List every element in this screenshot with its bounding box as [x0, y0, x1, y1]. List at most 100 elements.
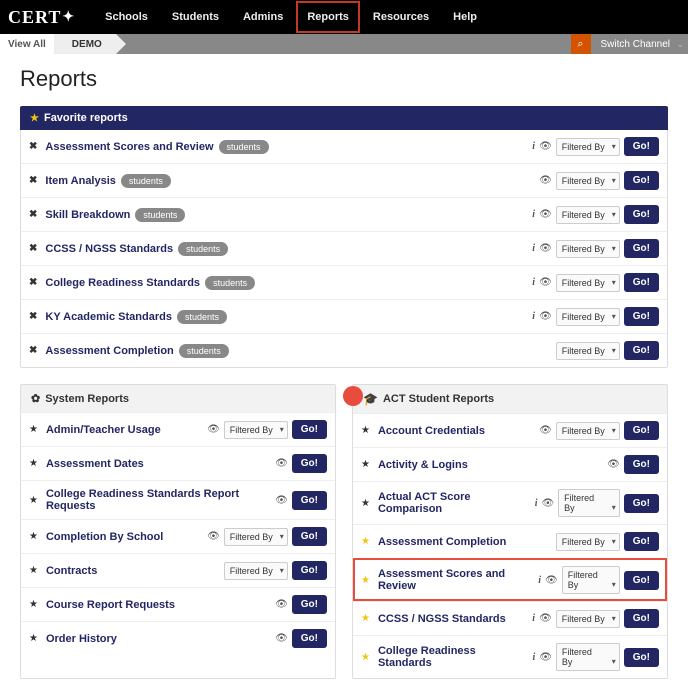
go-button[interactable]: Go!: [624, 648, 659, 667]
nav-schools[interactable]: Schools: [93, 0, 160, 34]
report-link[interactable]: CCSS / NGSS Standards: [45, 243, 173, 255]
report-link[interactable]: Completion By School: [46, 531, 163, 543]
nav-reports[interactable]: Reports: [295, 0, 361, 34]
favorite-star-button[interactable]: ★: [29, 495, 38, 506]
eye-icon[interactable]: 👁: [539, 141, 552, 152]
favorite-star-button[interactable]: ★: [361, 459, 370, 470]
favorite-star-button[interactable]: ★: [361, 652, 370, 663]
nav-students[interactable]: Students: [160, 0, 231, 34]
filtered-by-dropdown[interactable]: Filtered By: [562, 566, 620, 594]
eye-icon[interactable]: 👁: [541, 498, 554, 509]
eye-icon[interactable]: 👁: [539, 425, 552, 436]
filtered-by-dropdown[interactable]: Filtered By: [556, 422, 620, 440]
eye-icon[interactable]: 👁: [607, 459, 620, 470]
filtered-by-dropdown[interactable]: Filtered By: [224, 528, 288, 546]
report-link[interactable]: Assessment Dates: [46, 458, 144, 470]
report-link[interactable]: Actual ACT Score Comparison: [378, 491, 535, 515]
eye-icon[interactable]: 👁: [539, 613, 552, 624]
info-icon[interactable]: i: [532, 613, 535, 624]
filtered-by-dropdown[interactable]: Filtered By: [556, 533, 620, 551]
favorite-star-button[interactable]: ★: [361, 536, 370, 547]
eye-icon[interactable]: 👁: [275, 495, 288, 506]
filtered-by-dropdown[interactable]: Filtered By: [556, 610, 620, 628]
favorite-star-button[interactable]: ★: [361, 613, 370, 624]
report-link[interactable]: Account Credentials: [378, 425, 485, 437]
eye-icon[interactable]: 👁: [539, 209, 552, 220]
go-button[interactable]: Go!: [624, 205, 659, 224]
info-icon[interactable]: i: [532, 141, 535, 152]
info-icon[interactable]: i: [532, 311, 535, 322]
go-button[interactable]: Go!: [624, 455, 659, 474]
report-link[interactable]: Assessment Completion: [45, 345, 173, 357]
go-button[interactable]: Go!: [292, 491, 327, 510]
filtered-by-dropdown[interactable]: Filtered By: [556, 342, 620, 360]
eye-icon[interactable]: 👁: [539, 652, 552, 663]
go-button[interactable]: Go!: [624, 239, 659, 258]
go-button[interactable]: Go!: [624, 571, 659, 590]
go-button[interactable]: Go!: [624, 273, 659, 292]
filtered-by-dropdown[interactable]: Filtered By: [556, 172, 620, 190]
favorite-star-button[interactable]: ★: [29, 633, 38, 644]
go-button[interactable]: Go!: [624, 609, 659, 628]
report-link[interactable]: College Readiness Standards: [45, 277, 200, 289]
eye-icon[interactable]: 👁: [539, 311, 552, 322]
eye-icon[interactable]: 👁: [275, 458, 288, 469]
filtered-by-dropdown[interactable]: Filtered By: [556, 274, 620, 292]
go-button[interactable]: Go!: [292, 561, 327, 580]
favorite-star-button[interactable]: ★: [361, 575, 370, 586]
favorite-star-button[interactable]: ★: [29, 424, 38, 435]
go-button[interactable]: Go!: [292, 629, 327, 648]
report-link[interactable]: Course Report Requests: [46, 599, 175, 611]
go-button[interactable]: Go!: [624, 494, 659, 513]
filtered-by-dropdown[interactable]: Filtered By: [556, 206, 620, 224]
go-button[interactable]: Go!: [624, 532, 659, 551]
report-link[interactable]: KY Academic Standards: [45, 311, 172, 323]
report-link[interactable]: Item Analysis: [45, 175, 116, 187]
favorite-star-button[interactable]: ★: [29, 458, 38, 469]
go-button[interactable]: Go!: [292, 527, 327, 546]
eye-icon[interactable]: 👁: [207, 531, 220, 542]
filtered-by-dropdown[interactable]: Filtered By: [224, 562, 288, 580]
eye-icon[interactable]: 👁: [539, 277, 552, 288]
eye-icon[interactable]: 👁: [539, 175, 552, 186]
remove-favorite-button[interactable]: ✖: [29, 311, 37, 322]
go-button[interactable]: Go!: [624, 341, 659, 360]
nav-resources[interactable]: Resources: [361, 0, 441, 34]
remove-favorite-button[interactable]: ✖: [29, 209, 37, 220]
remove-favorite-button[interactable]: ✖: [29, 175, 37, 186]
eye-icon[interactable]: 👁: [207, 424, 220, 435]
favorite-star-button[interactable]: ★: [29, 531, 38, 542]
info-icon[interactable]: i: [535, 498, 538, 509]
go-button[interactable]: Go!: [624, 137, 659, 156]
report-link[interactable]: Assessment Completion: [378, 536, 506, 548]
remove-favorite-button[interactable]: ✖: [29, 141, 37, 152]
info-icon[interactable]: i: [532, 652, 535, 663]
info-icon[interactable]: i: [532, 277, 535, 288]
favorite-star-button[interactable]: ★: [29, 599, 38, 610]
eye-icon[interactable]: 👁: [545, 575, 558, 586]
report-link[interactable]: Assessment Scores and Review: [378, 568, 538, 592]
report-link[interactable]: CCSS / NGSS Standards: [378, 613, 506, 625]
go-button[interactable]: Go!: [624, 421, 659, 440]
filtered-by-dropdown[interactable]: Filtered By: [556, 643, 620, 671]
info-icon[interactable]: i: [532, 243, 535, 254]
info-icon[interactable]: i: [538, 575, 541, 586]
report-link[interactable]: College Readiness Standards: [378, 645, 532, 669]
go-button[interactable]: Go!: [292, 420, 327, 439]
nav-admins[interactable]: Admins: [231, 0, 295, 34]
remove-favorite-button[interactable]: ✖: [29, 243, 37, 254]
breadcrumb-view-all[interactable]: View All: [0, 34, 54, 54]
report-link[interactable]: Activity & Logins: [378, 459, 468, 471]
remove-favorite-button[interactable]: ✖: [29, 345, 37, 356]
report-link[interactable]: Admin/Teacher Usage: [46, 424, 161, 436]
remove-favorite-button[interactable]: ✖: [29, 277, 37, 288]
filtered-by-dropdown[interactable]: Filtered By: [556, 240, 620, 258]
report-link[interactable]: College Readiness Standards Report Reque…: [46, 488, 275, 512]
favorite-star-button[interactable]: ★: [361, 498, 370, 509]
breadcrumb-demo[interactable]: DEMO: [54, 34, 116, 54]
report-link[interactable]: Contracts: [46, 565, 97, 577]
favorite-star-button[interactable]: ★: [361, 425, 370, 436]
report-link[interactable]: Assessment Scores and Review: [45, 141, 213, 153]
eye-icon[interactable]: 👁: [539, 243, 552, 254]
info-icon[interactable]: i: [532, 209, 535, 220]
